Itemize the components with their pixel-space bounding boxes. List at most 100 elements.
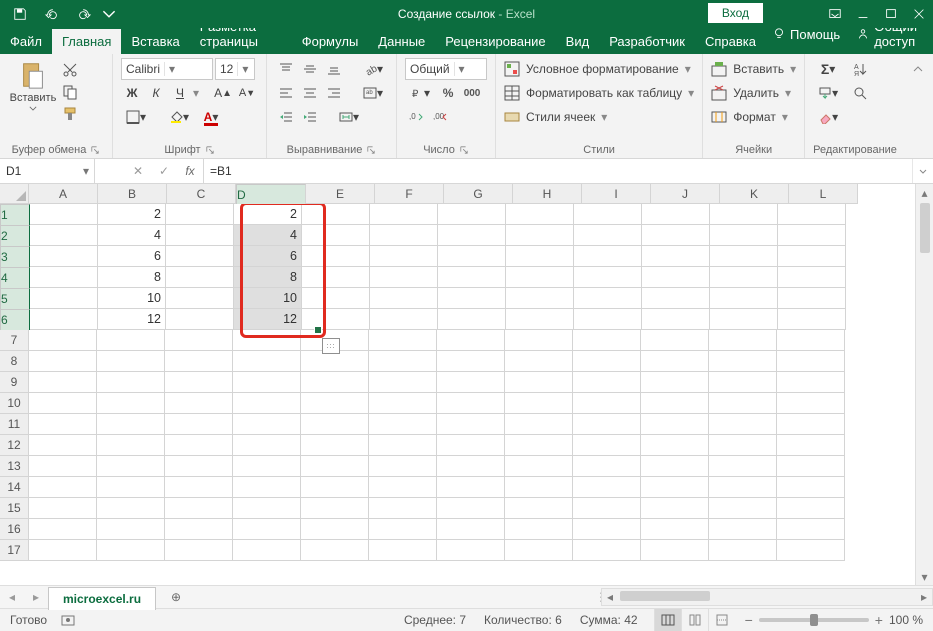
- cell[interactable]: 6: [234, 246, 302, 267]
- cell[interactable]: [710, 204, 778, 225]
- cell[interactable]: [506, 246, 574, 267]
- sort-filter-button[interactable]: AЯ: [845, 58, 875, 80]
- spreadsheet-grid[interactable]: ABCDEFGHIJKL 122244366488510106121278910…: [0, 184, 933, 585]
- cell[interactable]: [29, 414, 97, 435]
- cell[interactable]: [778, 309, 846, 330]
- cell[interactable]: [370, 267, 438, 288]
- wrap-text-button[interactable]: ab▾: [358, 82, 388, 104]
- cell[interactable]: [778, 288, 846, 309]
- cell[interactable]: [301, 372, 369, 393]
- cell[interactable]: [97, 456, 165, 477]
- fill-button[interactable]: ▾: [813, 82, 843, 104]
- cell[interactable]: [165, 393, 233, 414]
- bold-button[interactable]: Ж: [121, 82, 143, 104]
- name-box[interactable]: D1 ▾: [0, 159, 95, 183]
- cell[interactable]: [437, 456, 505, 477]
- cell[interactable]: [777, 435, 845, 456]
- cell[interactable]: [166, 225, 234, 246]
- scroll-down-button[interactable]: ▾: [916, 568, 933, 585]
- cell[interactable]: [233, 414, 301, 435]
- cell[interactable]: [641, 330, 709, 351]
- cell[interactable]: [302, 288, 370, 309]
- row-header[interactable]: 4: [0, 267, 30, 289]
- column-header[interactable]: H: [513, 184, 582, 204]
- cell[interactable]: [29, 393, 97, 414]
- zoom-slider[interactable]: [759, 618, 869, 622]
- cell[interactable]: [97, 498, 165, 519]
- grow-font-button[interactable]: A▲: [212, 82, 234, 104]
- cell[interactable]: 8: [234, 267, 302, 288]
- cell[interactable]: [641, 540, 709, 561]
- insert-function-button[interactable]: fx: [177, 164, 203, 178]
- cell[interactable]: [641, 351, 709, 372]
- increase-decimal-button[interactable]: ,0: [405, 106, 427, 128]
- autofill-options-button[interactable]: [322, 338, 340, 354]
- cell[interactable]: [437, 393, 505, 414]
- cell[interactable]: 4: [234, 225, 302, 246]
- cell[interactable]: [301, 456, 369, 477]
- cell[interactable]: [709, 456, 777, 477]
- page-break-view-button[interactable]: [708, 609, 735, 631]
- column-header[interactable]: E: [306, 184, 375, 204]
- find-select-button[interactable]: [845, 82, 875, 104]
- cell[interactable]: [574, 204, 642, 225]
- cell[interactable]: [166, 288, 234, 309]
- cell[interactable]: [29, 435, 97, 456]
- cell[interactable]: 4: [98, 225, 166, 246]
- cell[interactable]: [233, 477, 301, 498]
- cell[interactable]: [573, 393, 641, 414]
- cell[interactable]: [233, 330, 301, 351]
- cell[interactable]: [573, 540, 641, 561]
- cell[interactable]: [30, 309, 98, 330]
- cell[interactable]: [778, 204, 846, 225]
- cell[interactable]: [370, 288, 438, 309]
- format-cells-button[interactable]: Формат▾: [711, 106, 796, 128]
- number-format-select[interactable]: Общий▾: [405, 58, 487, 80]
- cell[interactable]: [165, 435, 233, 456]
- tab-file[interactable]: Файл: [0, 29, 52, 54]
- scroll-left-button[interactable]: ◂: [602, 590, 618, 604]
- row-header[interactable]: 12: [0, 435, 29, 456]
- cell[interactable]: [166, 267, 234, 288]
- cell[interactable]: [573, 519, 641, 540]
- cell[interactable]: [97, 540, 165, 561]
- format-painter-button[interactable]: [60, 104, 80, 124]
- cell[interactable]: [438, 246, 506, 267]
- delete-cells-button[interactable]: Удалить▾: [711, 82, 796, 104]
- cell[interactable]: [233, 540, 301, 561]
- row-header[interactable]: 17: [0, 540, 29, 561]
- cell[interactable]: [302, 225, 370, 246]
- cell[interactable]: [777, 456, 845, 477]
- cell[interactable]: [777, 498, 845, 519]
- cell[interactable]: [505, 540, 573, 561]
- row-header[interactable]: 7: [0, 330, 29, 351]
- cell[interactable]: [302, 309, 370, 330]
- cell[interactable]: [506, 288, 574, 309]
- row-header[interactable]: 16: [0, 519, 29, 540]
- cell[interactable]: [97, 477, 165, 498]
- cell[interactable]: [710, 246, 778, 267]
- alignment-dialog-launcher[interactable]: [366, 145, 376, 155]
- cell[interactable]: [165, 519, 233, 540]
- cell[interactable]: [166, 309, 234, 330]
- cell[interactable]: [29, 330, 97, 351]
- cell[interactable]: [710, 288, 778, 309]
- column-header[interactable]: C: [167, 184, 236, 204]
- cell[interactable]: [505, 351, 573, 372]
- cell[interactable]: 2: [234, 204, 302, 225]
- cell[interactable]: [505, 330, 573, 351]
- row-header[interactable]: 9: [0, 372, 29, 393]
- cell[interactable]: [301, 393, 369, 414]
- fill-handle[interactable]: [314, 326, 322, 334]
- font-size-select[interactable]: 12▾: [215, 58, 255, 80]
- cell[interactable]: [505, 477, 573, 498]
- cell[interactable]: [641, 372, 709, 393]
- cell[interactable]: [437, 372, 505, 393]
- align-center-button[interactable]: [299, 82, 321, 104]
- cell[interactable]: [777, 351, 845, 372]
- cut-button[interactable]: [60, 60, 80, 80]
- cell[interactable]: [506, 204, 574, 225]
- border-button[interactable]: ▾: [121, 106, 151, 128]
- font-dialog-launcher[interactable]: [205, 145, 215, 155]
- row-header[interactable]: 11: [0, 414, 29, 435]
